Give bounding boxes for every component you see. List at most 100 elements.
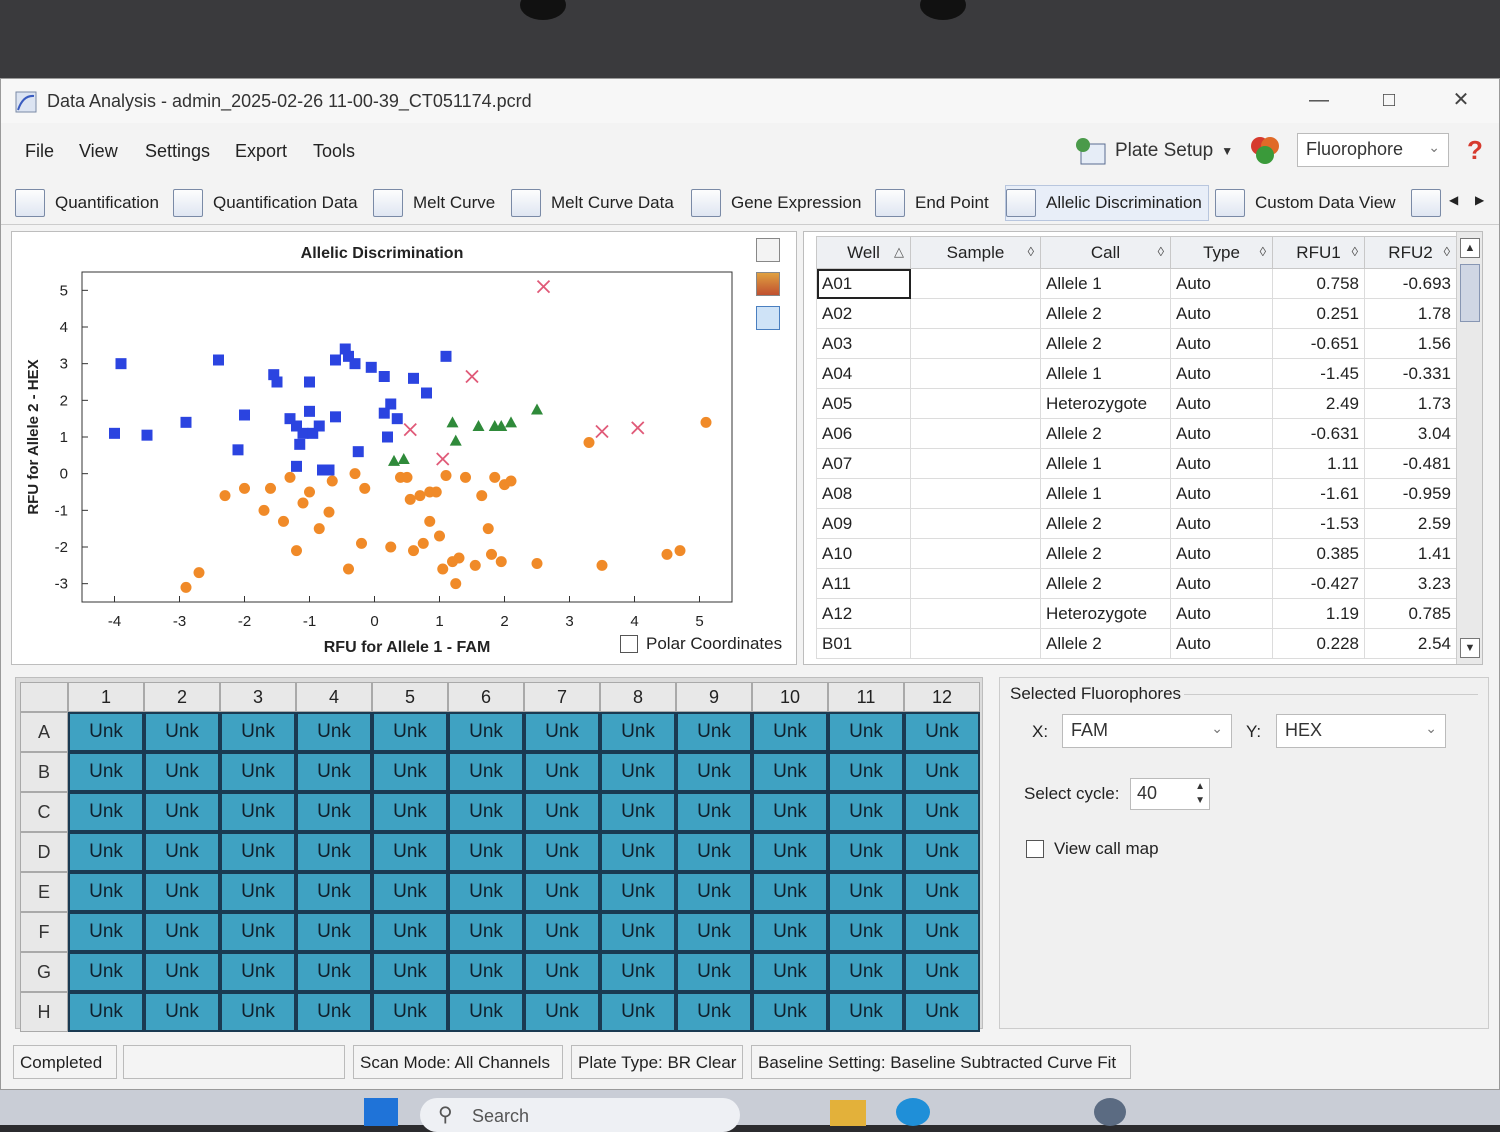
data-point-circle[interactable] xyxy=(661,548,673,560)
data-point-circle[interactable] xyxy=(304,486,315,498)
cell-call[interactable]: Allele 2 xyxy=(1040,568,1171,599)
data-point-circle[interactable] xyxy=(297,497,309,509)
cell-rfu2[interactable]: -0.959 xyxy=(1364,478,1457,509)
plate-well[interactable]: Unk xyxy=(372,792,448,832)
cell-sample[interactable] xyxy=(910,418,1041,449)
plate-well[interactable]: Unk xyxy=(828,952,904,992)
plate-well[interactable]: Unk xyxy=(904,792,980,832)
minimize-button[interactable]: — xyxy=(1291,85,1347,115)
cell-type[interactable]: Auto xyxy=(1170,358,1273,389)
file-explorer-icon[interactable] xyxy=(830,1100,866,1126)
plate-well[interactable]: Unk xyxy=(676,752,752,792)
data-point-circle[interactable] xyxy=(450,578,462,590)
cell-sample[interactable] xyxy=(910,508,1041,539)
plate-corner[interactable] xyxy=(20,682,68,712)
taskbar-search[interactable]: ⚲ Search xyxy=(420,1098,740,1132)
plate-well[interactable]: Unk xyxy=(448,912,524,952)
cell-rfu2[interactable]: 3.23 xyxy=(1364,568,1457,599)
plate-well[interactable]: Unk xyxy=(448,752,524,792)
data-point-circle[interactable] xyxy=(284,471,296,483)
table-row[interactable]: A06 Allele 2 Auto -0.631 3.04 xyxy=(816,418,1457,449)
data-point-square[interactable] xyxy=(239,409,250,421)
plate-well[interactable]: Unk xyxy=(144,712,220,752)
cell-call[interactable]: Allele 2 xyxy=(1040,508,1171,539)
cell-call[interactable]: Allele 1 xyxy=(1040,478,1171,509)
cell-rfu1[interactable]: 0.228 xyxy=(1272,628,1365,659)
table-row[interactable]: A12 Heterozygote Auto 1.19 0.785 xyxy=(816,598,1457,629)
data-point-circle[interactable] xyxy=(313,523,325,535)
close-button[interactable]: ✕ xyxy=(1433,85,1489,115)
table-row[interactable]: A04 Allele 1 Auto -1.45 -0.331 xyxy=(816,358,1457,389)
data-point-circle[interactable] xyxy=(437,563,449,575)
tab-scroll-left-icon[interactable]: ◀ xyxy=(1449,193,1458,207)
plate-column-header[interactable]: 11 xyxy=(828,682,904,712)
plate-well[interactable]: Unk xyxy=(828,912,904,952)
cell-type[interactable]: Auto xyxy=(1170,448,1273,479)
table-row[interactable]: A09 Allele 2 Auto -1.53 2.59 xyxy=(816,508,1457,539)
plate-well[interactable]: Unk xyxy=(296,952,372,992)
cell-well[interactable]: A11 xyxy=(816,568,911,599)
plate-well[interactable]: Unk xyxy=(600,912,676,952)
menu-export[interactable]: Export xyxy=(235,141,287,162)
plate-column-header[interactable]: 2 xyxy=(144,682,220,712)
column-header-sample[interactable]: Sample ◊ xyxy=(910,236,1041,269)
data-point-square[interactable] xyxy=(291,460,302,472)
maximize-button[interactable]: □ xyxy=(1361,85,1417,115)
plate-well[interactable]: Unk xyxy=(68,872,144,912)
data-point-circle[interactable] xyxy=(505,475,517,487)
plate-well[interactable]: Unk xyxy=(676,792,752,832)
data-point-circle[interactable] xyxy=(430,486,442,498)
plate-well[interactable]: Unk xyxy=(524,912,600,952)
data-point-circle[interactable] xyxy=(401,471,413,483)
data-point-square[interactable] xyxy=(313,420,325,432)
plate-row-header[interactable]: B xyxy=(20,752,68,792)
data-point-circle[interactable] xyxy=(460,471,471,483)
plate-well[interactable]: Unk xyxy=(600,752,676,792)
cell-well[interactable]: A06 xyxy=(816,418,911,449)
plate-well[interactable]: Unk xyxy=(144,872,220,912)
data-point-square[interactable] xyxy=(391,413,403,425)
plate-well[interactable]: Unk xyxy=(296,792,372,832)
plate-well[interactable]: Unk xyxy=(600,872,676,912)
plate-well[interactable]: Unk xyxy=(372,872,448,912)
plate-well[interactable]: Unk xyxy=(752,992,828,1032)
start-icon[interactable] xyxy=(364,1098,398,1126)
table-row[interactable]: A03 Allele 2 Auto -0.651 1.56 xyxy=(816,328,1457,359)
plate-column-header[interactable]: 4 xyxy=(296,682,372,712)
data-point-circle[interactable] xyxy=(343,563,354,575)
data-point-circle[interactable] xyxy=(385,541,397,553)
plate-well[interactable]: Unk xyxy=(296,832,372,872)
plate-well[interactable]: Unk xyxy=(752,712,828,752)
cell-rfu1[interactable]: -0.651 xyxy=(1272,328,1365,359)
cell-well[interactable]: A01 xyxy=(816,268,911,299)
plate-well[interactable]: Unk xyxy=(904,832,980,872)
plate-well[interactable]: Unk xyxy=(296,712,372,752)
plate-well[interactable]: Unk xyxy=(600,992,676,1032)
tab-allelic-discrimination[interactable]: Allelic Discrimination xyxy=(1005,185,1209,221)
plate-well[interactable]: Unk xyxy=(676,912,752,952)
plate-well[interactable]: Unk xyxy=(220,992,296,1032)
column-header-rfu2[interactable]: RFU2 ◊ xyxy=(1364,236,1457,269)
data-point-square[interactable] xyxy=(304,376,315,388)
plate-column-header[interactable]: 12 xyxy=(904,682,980,712)
cell-rfu2[interactable]: 1.73 xyxy=(1364,388,1457,419)
cell-call[interactable]: Heterozygote xyxy=(1040,598,1171,629)
plate-column-header[interactable]: 3 xyxy=(220,682,296,712)
menu-tools[interactable]: Tools xyxy=(313,141,355,162)
plate-well[interactable]: Unk xyxy=(904,752,980,792)
tab-quantification-data[interactable]: Quantification Data xyxy=(173,185,358,221)
cell-rfu1[interactable]: -1.53 xyxy=(1272,508,1365,539)
tab-end-point[interactable]: End Point xyxy=(875,185,989,221)
plate-column-header[interactable]: 7 xyxy=(524,682,600,712)
plate-well[interactable]: Unk xyxy=(752,832,828,872)
cell-sample[interactable] xyxy=(910,298,1041,329)
plate-well[interactable]: Unk xyxy=(524,792,600,832)
data-point-square[interactable] xyxy=(382,431,393,443)
share-icon[interactable] xyxy=(756,306,780,330)
plate-well[interactable]: Unk xyxy=(904,872,980,912)
plate-well[interactable]: Unk xyxy=(220,712,296,752)
data-point-square[interactable] xyxy=(213,354,224,366)
cell-rfu2[interactable]: 2.59 xyxy=(1364,508,1457,539)
data-point-circle[interactable] xyxy=(349,468,361,480)
plate-row-header[interactable]: G xyxy=(20,952,68,992)
